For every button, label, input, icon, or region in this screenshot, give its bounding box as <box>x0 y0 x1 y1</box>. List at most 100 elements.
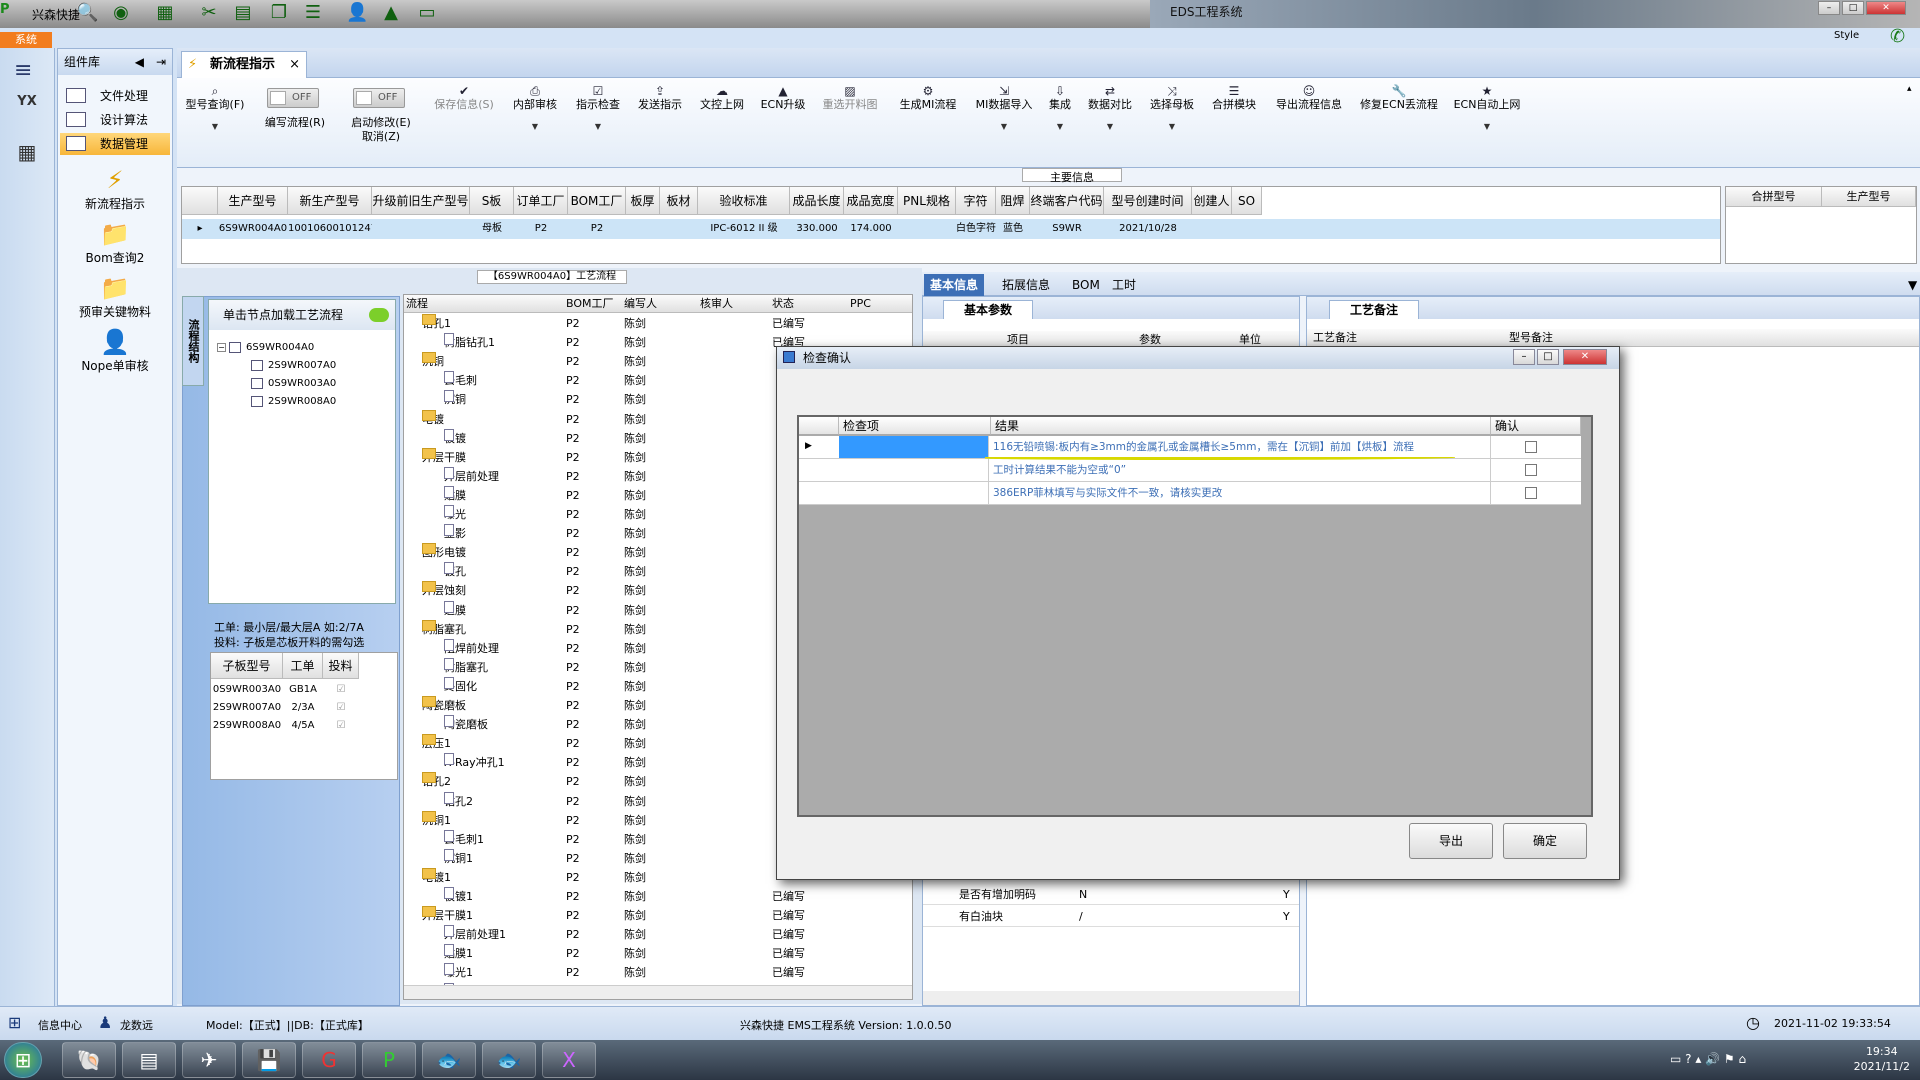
cell[interactable] <box>1232 219 1262 239</box>
column-header[interactable]: 升级前旧生产型号 <box>372 187 470 215</box>
sub-board-order[interactable]: 4/5A <box>283 717 323 735</box>
tab-extended-info[interactable]: 拓展信息 <box>996 274 1056 296</box>
column-header[interactable]: 板材 <box>660 187 698 215</box>
cell[interactable]: 330.000 <box>790 219 844 239</box>
column-header[interactable]: BOM工厂 <box>568 187 626 215</box>
tab-work-hours[interactable]: 工时 <box>1106 274 1142 296</box>
column-header[interactable]: 投料 <box>323 653 359 679</box>
cell[interactable]: 174.000 <box>844 219 898 239</box>
column-header[interactable]: PNL规格 <box>898 187 956 215</box>
tree-node[interactable]: 2S9WR007A0 <box>251 358 336 374</box>
copy-icon[interactable]: ❐ <box>268 2 290 24</box>
grid-icon[interactable]: ▦ <box>154 2 176 24</box>
column-header[interactable]: PPC <box>850 295 871 313</box>
model-query-button[interactable]: ⌕ 型号查询(F) ▼ <box>185 84 245 134</box>
column-header[interactable]: 编写人 <box>624 295 657 313</box>
cell[interactable]: 母板 <box>470 219 514 239</box>
feed-checkbox[interactable]: ☑ <box>323 699 359 717</box>
column-header[interactable]: 状态 <box>772 295 794 313</box>
check-row[interactable]: 386ERP菲林填写与实际文件不一致，请核实更改 <box>799 482 1581 505</box>
column-header[interactable]: 成品长度 <box>790 187 844 215</box>
tree-node-root[interactable]: −6S9WR004A0 <box>217 340 314 356</box>
column-header[interactable]: BOM工厂 <box>566 295 614 313</box>
column-header[interactable]: SO <box>1232 187 1262 215</box>
export-process-button[interactable]: ☺ 导出流程信息 <box>1271 84 1347 112</box>
main-info-row[interactable]: ▸ 6S9WR004A0 10010600101247 母板 P2 P2 IPC-6012 … <box>182 219 1720 239</box>
data-compare-button[interactable]: ⇄ 数据对比 ▼ <box>1083 84 1137 134</box>
phone-icon[interactable]: ✆ <box>1890 26 1905 47</box>
tray-icons[interactable]: ▭ ? ▴ 🔊 ⚑ ⌂ <box>1670 1052 1746 1066</box>
globe-icon[interactable]: ◉ <box>110 2 132 24</box>
feed-checkbox[interactable]: ☑ <box>323 717 359 735</box>
ecn-auto-online-button[interactable]: ★ ECN自动上网 ▼ <box>1451 84 1523 134</box>
column-header[interactable]: 生产型号 <box>218 187 288 215</box>
column-header[interactable]: 结果 <box>991 417 1491 435</box>
sub-board-model[interactable]: 0S9WR003A0 <box>211 681 283 699</box>
list-icon[interactable]: ☰ <box>302 2 324 24</box>
taskbar-app-feather[interactable]: ✈ <box>182 1042 236 1078</box>
generate-mi-button[interactable]: ⚙ 生成MI流程 <box>893 84 963 112</box>
sub-bom-query[interactable]: 📁 Bom查询2 <box>60 219 170 266</box>
film-icon[interactable]: ▤ <box>232 2 254 24</box>
process-row[interactable]: 外层前处理1 P2 陈剑 已编写 <box>404 925 912 944</box>
hamburger-menu-icon[interactable]: ≡ <box>14 58 32 83</box>
column-header[interactable]: 工单 <box>283 653 323 679</box>
write-flow-toggle[interactable]: OFF <box>267 88 319 108</box>
column-header[interactable]: 核审人 <box>700 295 733 313</box>
check-row[interactable]: 工时计算结果不能为空或“0” <box>799 459 1581 482</box>
tab-new-process[interactable]: ⚡ 新流程指示 × <box>181 51 307 78</box>
export-button[interactable]: 导出 <box>1409 823 1493 859</box>
column-header[interactable]: 新生产型号 <box>288 187 372 215</box>
cell[interactable]: P2 <box>568 219 626 239</box>
taskbar-app-notepad[interactable]: ▤ <box>122 1042 176 1078</box>
start-button[interactable]: ⊞ <box>4 1042 42 1078</box>
sub-board-order[interactable]: GB1A <box>283 681 323 699</box>
fix-ecn-button[interactable]: 🔧 修复ECN丢流程 <box>1357 84 1441 112</box>
cell[interactable]: IPC-6012 II 级 <box>698 219 790 239</box>
column-header[interactable]: 工艺备注 <box>1313 329 1357 347</box>
cell[interactable]: 2021/10/28 <box>1104 219 1192 239</box>
cell[interactable]: P2 <box>514 219 568 239</box>
taskbar-app-save[interactable]: 💾 <box>242 1042 296 1078</box>
minimize-button[interactable]: – <box>1818 1 1840 15</box>
taskbar-clock[interactable]: 19:34 2021/11/2 <box>1854 1044 1910 1074</box>
taskbar-app-g[interactable]: G <box>302 1042 356 1078</box>
collapse-icon[interactable]: ◀ <box>135 49 144 75</box>
system-tab[interactable]: 系统 <box>0 32 52 48</box>
cell[interactable] <box>626 219 660 239</box>
save-info-button[interactable]: ✔ 保存信息(S) <box>429 84 499 112</box>
column-header[interactable]: 型号创建时间 <box>1104 187 1192 215</box>
column-header[interactable]: 型号备注 <box>1509 329 1553 347</box>
tree-node[interactable]: 2S9WR008A0 <box>251 394 336 410</box>
chart-icon[interactable]: ▲ <box>380 2 402 24</box>
style-label[interactable]: Style <box>1834 30 1859 41</box>
tab-bom[interactable]: BOM <box>1066 274 1106 296</box>
cell[interactable] <box>660 219 698 239</box>
column-header[interactable]: 字符 <box>956 187 996 215</box>
column-header[interactable]: 流程 <box>406 295 428 313</box>
merge-module-button[interactable]: ☰ 合拼模块 <box>1207 84 1261 112</box>
process-row[interactable]: 板镀1 P2 陈剑 已编写 <box>404 887 912 906</box>
toolbar-collapse-icon[interactable]: ▴ <box>1907 84 1912 94</box>
maximize-button[interactable]: □ <box>1842 1 1864 15</box>
yx-logo-icon[interactable]: YX <box>10 94 44 126</box>
row-selector-icon[interactable]: ▸ <box>182 219 218 239</box>
dialog-close-button[interactable]: ✕ <box>1563 349 1607 365</box>
param-row[interactable]: 是否有增加明码 N Y <box>923 885 1299 905</box>
process-row[interactable]: −外层干膜1 P2 陈剑 已编写 <box>404 906 912 925</box>
close-button[interactable]: ✕ <box>1866 1 1906 15</box>
sub-board-model[interactable]: 2S9WR008A0 <box>211 717 283 735</box>
calculator-icon[interactable]: ▦ <box>10 140 44 172</box>
dialog-minimize-button[interactable]: – <box>1513 349 1535 365</box>
mi-import-button[interactable]: ⇲ MI数据导入 ▼ <box>969 84 1039 134</box>
column-header[interactable]: 合拼型号 <box>1726 187 1822 207</box>
tab-craft-notes[interactable]: 工艺备注 <box>1329 300 1419 319</box>
sub-board-model[interactable]: 2S9WR007A0 <box>211 699 283 717</box>
column-header[interactable]: 成品宽度 <box>844 187 898 215</box>
cell[interactable]: 蓝色 <box>996 219 1030 239</box>
collapse-icon[interactable]: − <box>217 342 226 352</box>
instruction-check-button[interactable]: ☑ 指示检查 ▼ <box>571 84 625 134</box>
user-icon[interactable]: 👤 <box>346 2 368 24</box>
sub-prereview[interactable]: 📁 预审关键物料 <box>60 273 170 320</box>
tab-basic-info[interactable]: 基本信息 <box>924 274 985 296</box>
